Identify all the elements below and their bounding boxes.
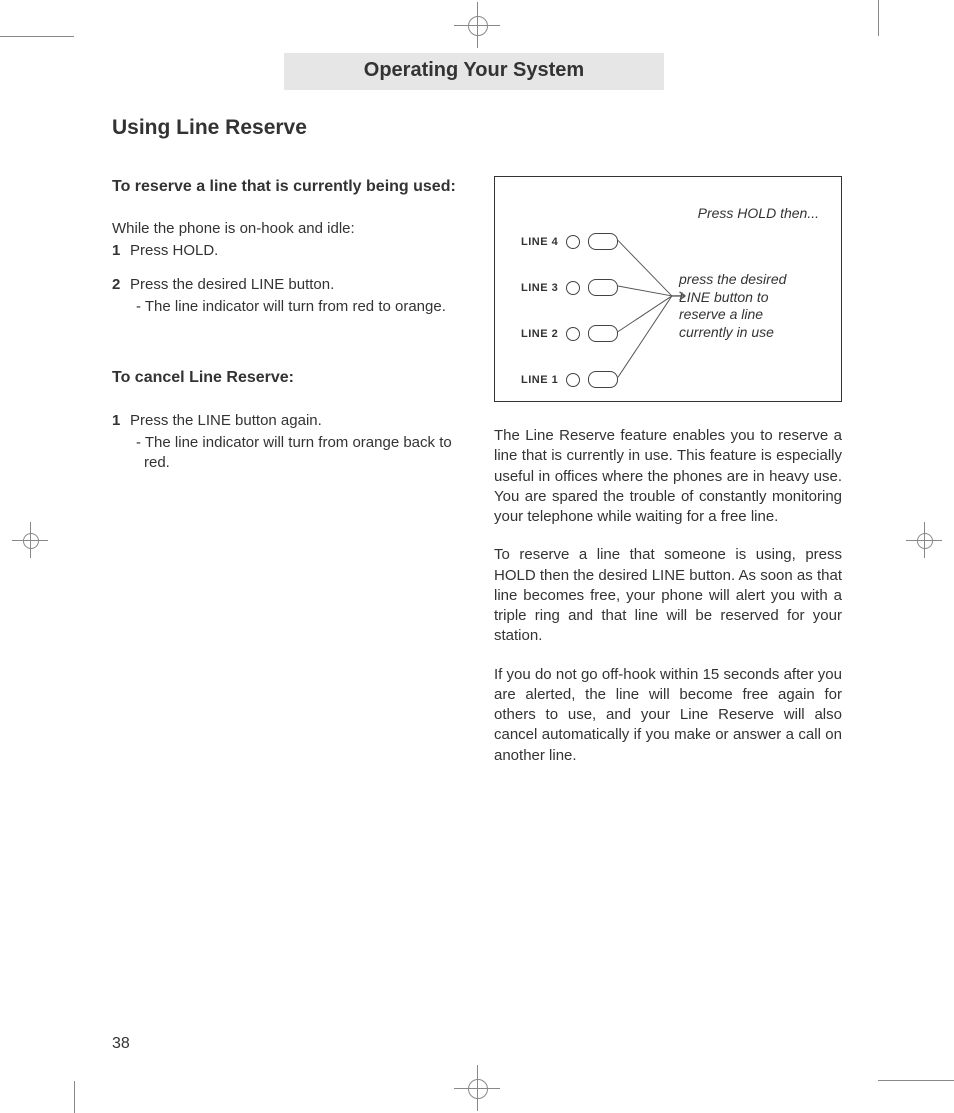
led-indicator-icon [566, 373, 580, 387]
step-bullet: - The line indicator will turn from red … [130, 297, 460, 317]
step-2: 2 Press the desired LINE button. - The l… [112, 275, 460, 318]
step-number: 1 [112, 411, 120, 431]
cancel-step-1: 1 Press the LINE button again. - The lin… [112, 411, 460, 474]
step-text: Press HOLD. [130, 242, 218, 259]
line-reserve-diagram: Press HOLD then... press the desired LIN… [494, 176, 842, 402]
line-label: LINE 4 [521, 236, 558, 248]
line-2-button-icon: LINE 2 [521, 325, 618, 342]
step-number: 1 [112, 241, 120, 261]
step-bullet: - The line indicator will turn from oran… [130, 433, 460, 474]
right-column: Press HOLD then... press the desired LIN… [494, 176, 842, 784]
crop-mark [74, 1081, 75, 1113]
page-header-band: Operating Your System [284, 53, 664, 90]
body-paragraph: If you do not go off-hook within 15 seco… [494, 665, 842, 766]
line-label: LINE 3 [521, 282, 558, 294]
diagram-caption-top: Press HOLD then... [698, 205, 819, 221]
line-button-icon [588, 325, 618, 342]
line-4-button-icon: LINE 4 [521, 233, 618, 250]
crop-mark [0, 36, 74, 37]
led-indicator-icon [566, 327, 580, 341]
line-1-button-icon: LINE 1 [521, 371, 618, 388]
step-text: Press the desired LINE button. [130, 276, 334, 293]
line-3-button-icon: LINE 3 [521, 279, 618, 296]
section-title: Using Line Reserve [112, 116, 842, 140]
registration-target-icon [12, 522, 48, 558]
led-indicator-icon [566, 235, 580, 249]
lead-text: While the phone is on-hook and idle: [112, 220, 460, 237]
line-label: LINE 1 [521, 374, 558, 386]
page-content: Using Line Reserve To reserve a line tha… [112, 116, 842, 1053]
crop-mark [878, 1080, 954, 1081]
registration-target-icon [906, 522, 942, 558]
body-paragraph: The Line Reserve feature enables you to … [494, 426, 842, 527]
page-header-title: Operating Your System [364, 59, 584, 81]
line-button-icon [588, 371, 618, 388]
body-paragraph: To reserve a line that someone is using,… [494, 545, 842, 646]
step-text: Press the LINE button again. [130, 412, 322, 429]
manual-page: Operating Your System Using Line Reserve… [0, 0, 954, 1113]
subheading-reserve: To reserve a line that is currently bein… [112, 176, 460, 198]
page-number: 38 [112, 1035, 130, 1053]
crop-mark [878, 0, 879, 36]
registration-target-icon [454, 1065, 500, 1111]
line-button-icon [588, 233, 618, 250]
diagram-caption-side: press the desired LINE button to reserve… [679, 271, 819, 341]
line-label: LINE 2 [521, 328, 558, 340]
line-button-icon [588, 279, 618, 296]
led-indicator-icon [566, 281, 580, 295]
registration-target-icon [454, 2, 500, 48]
left-column: To reserve a line that is currently bein… [112, 176, 460, 784]
step-number: 2 [112, 275, 120, 295]
step-1: 1 Press HOLD. [112, 241, 460, 261]
subheading-cancel: To cancel Line Reserve: [112, 367, 460, 389]
